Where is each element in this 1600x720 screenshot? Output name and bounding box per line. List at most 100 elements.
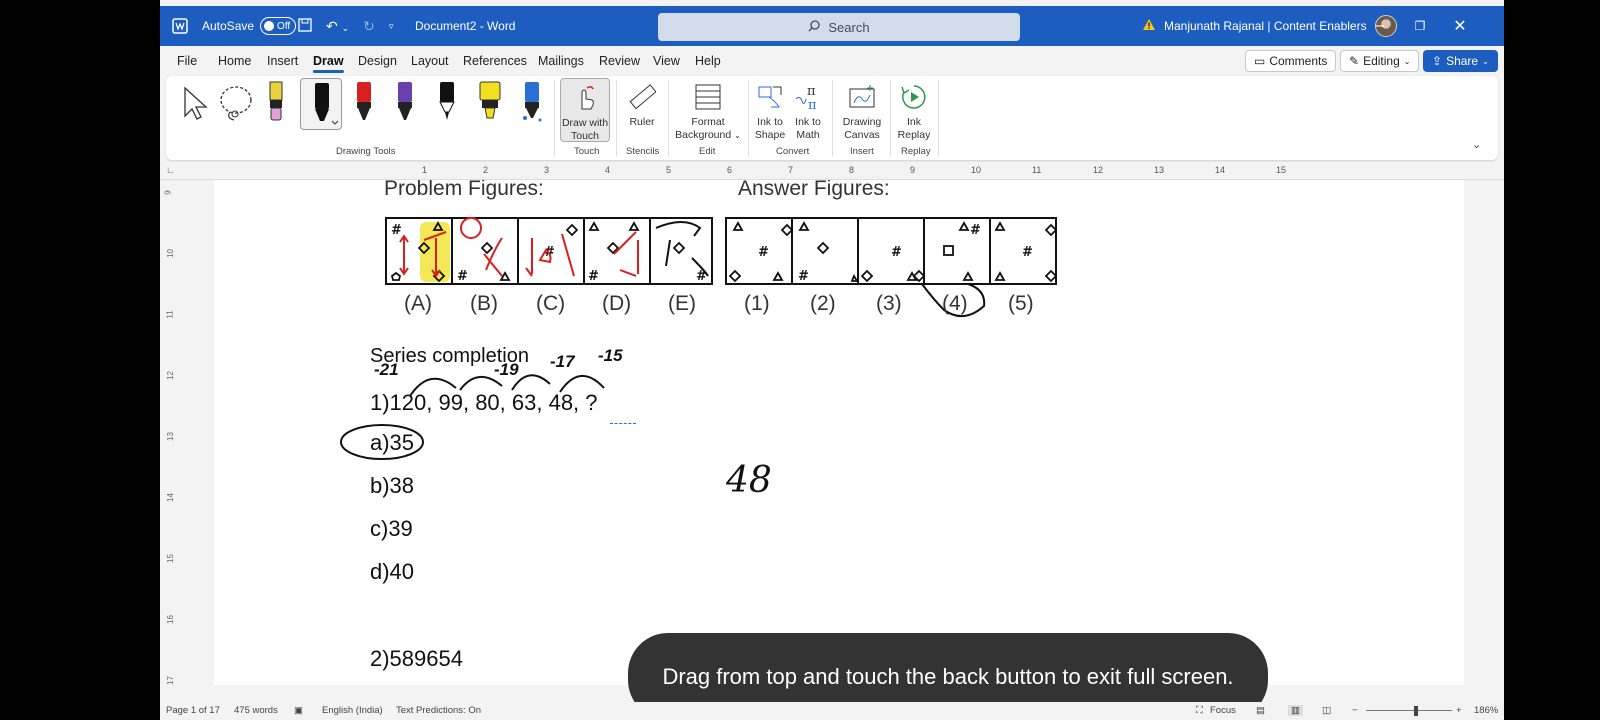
ink-to-shape-line1: Ink to xyxy=(757,116,783,128)
group-stencils: Stencils xyxy=(626,146,660,157)
warning-icon[interactable] xyxy=(1142,18,1156,34)
tab-help[interactable]: Help xyxy=(695,54,721,68)
black-pen-selected[interactable] xyxy=(300,78,342,130)
svg-text:#: # xyxy=(588,269,599,284)
divider xyxy=(890,80,891,156)
answer-figures-heading: Answer Figures: xyxy=(738,180,890,200)
user-name[interactable]: Manjunath Rajanal | Content Enablers xyxy=(1164,19,1367,33)
ruler-number: 8 xyxy=(849,165,855,175)
close-icon[interactable]: ✕ xyxy=(1440,16,1480,36)
tab-insert[interactable]: Insert xyxy=(267,54,298,68)
autosave-state: Off xyxy=(277,20,291,32)
document-title: Document2 - Word xyxy=(415,19,516,33)
text-predictions[interactable]: Text Predictions: On xyxy=(396,705,481,716)
format-background-line2: Background xyxy=(675,129,732,141)
tab-review[interactable]: Review xyxy=(599,54,640,68)
zoom-slider[interactable] xyxy=(1366,710,1452,711)
page-count[interactable]: Page 1 of 17 xyxy=(166,705,220,716)
tab-draw[interactable]: Draw xyxy=(313,54,344,73)
ruler-button[interactable]: Ruler xyxy=(622,78,662,129)
zoom-level[interactable]: 186% xyxy=(1474,705,1498,716)
minimize-icon[interactable]: – xyxy=(1360,17,1400,35)
select-tool-icon[interactable] xyxy=(180,86,210,125)
autosave-label: AutoSave xyxy=(202,19,255,33)
eraser-pen-icon[interactable] xyxy=(264,80,288,129)
format-background-button[interactable]: Format Background ⌄ xyxy=(672,78,744,142)
highlighter-icon[interactable] xyxy=(477,80,503,129)
customize-toolbar-icon[interactable]: ▿ xyxy=(389,21,394,32)
ruler-number: 14 xyxy=(165,493,175,502)
editing-button[interactable]: ✎ Editing ⌄ xyxy=(1340,50,1420,72)
ink-minus-21: -21 xyxy=(374,360,399,379)
horizontal-ruler[interactable]: ∟ 1 2 3 4 5 6 7 8 9 10 11 12 13 14 15 xyxy=(160,162,1504,180)
read-mode-icon[interactable]: ▤ xyxy=(1256,705,1265,716)
svg-text:#: # xyxy=(758,245,769,260)
problem-label-d: (D) xyxy=(602,292,632,315)
web-layout-icon[interactable]: ◫ xyxy=(1322,705,1331,716)
ink-to-math-button[interactable]: ππ Ink to Math xyxy=(790,78,826,142)
word-app-icon[interactable] xyxy=(172,6,188,46)
zoom-in-icon[interactable]: + xyxy=(1456,705,1462,716)
tab-home[interactable]: Home xyxy=(218,54,251,68)
ink-to-shape-button[interactable]: Ink to Shape xyxy=(752,78,788,142)
save-icon[interactable] xyxy=(298,17,312,35)
purple-pen-icon[interactable] xyxy=(394,80,416,129)
drawing-canvas-icon xyxy=(838,78,886,116)
galaxy-pen-icon[interactable] xyxy=(520,80,544,129)
ruler-number: 16 xyxy=(165,615,175,624)
redo-icon[interactable]: ↻ xyxy=(363,18,375,35)
focus-label[interactable]: Focus xyxy=(1210,705,1236,716)
ink-replay-icon xyxy=(896,78,932,116)
proofing-icon[interactable]: ▣ xyxy=(294,705,303,716)
share-button[interactable]: ⇪ Share ⌄ xyxy=(1423,50,1498,72)
lasso-select-icon[interactable] xyxy=(216,84,256,129)
collapse-ribbon-icon[interactable]: ⌄ xyxy=(1472,138,1481,151)
ruler-number: 12 xyxy=(1093,165,1104,175)
comments-button[interactable]: ▭ Comments xyxy=(1245,50,1337,72)
ruler-number: 14 xyxy=(1215,165,1226,175)
zoom-out-icon[interactable]: − xyxy=(1352,705,1358,716)
option-d[interactable]: d)40 xyxy=(370,559,414,585)
black-marker-icon[interactable] xyxy=(436,80,458,129)
ink-handwritten-48: 48 xyxy=(726,460,772,501)
tab-references[interactable]: References xyxy=(463,54,527,68)
option-b[interactable]: b)38 xyxy=(370,473,414,499)
draw-with-touch-line1: Draw with xyxy=(561,117,609,129)
drawing-canvas-button[interactable]: Drawing Canvas xyxy=(838,78,886,142)
undo-icon[interactable]: ↶ ⌄ xyxy=(326,18,349,35)
tab-mailings[interactable]: Mailings xyxy=(538,54,584,68)
language[interactable]: English (India) xyxy=(322,705,383,716)
group-insert: Insert xyxy=(850,146,874,157)
red-pen-icon[interactable] xyxy=(353,80,375,129)
ink-to-math-icon: ππ xyxy=(790,78,826,116)
chevron-down-icon: ⌄ xyxy=(1403,56,1411,66)
tab-layout[interactable]: Layout xyxy=(411,54,449,68)
touch-hand-icon xyxy=(561,79,609,117)
ruler-icon xyxy=(622,78,662,116)
tab-design[interactable]: Design xyxy=(358,54,397,68)
restore-icon[interactable]: ❐ xyxy=(1400,19,1440,33)
drawing-canvas-line2: Canvas xyxy=(844,129,880,141)
draw-with-touch-button[interactable]: Draw with Touch xyxy=(560,78,610,142)
search-box[interactable]: Search xyxy=(658,13,1020,41)
zoom-slider-thumb[interactable] xyxy=(1414,706,1418,716)
print-layout-icon[interactable]: ▥ xyxy=(1288,705,1303,716)
autosave-toggle[interactable]: Off xyxy=(260,17,297,35)
tab-view[interactable]: View xyxy=(653,54,680,68)
ruler-number: 9 xyxy=(163,190,173,195)
ruler-number: 6 xyxy=(727,165,733,175)
ruler-number: 13 xyxy=(165,432,175,441)
focus-icon[interactable]: ⛶ xyxy=(1196,705,1203,716)
group-touch: Touch xyxy=(574,146,600,157)
tab-selector-icon[interactable]: ∟ xyxy=(166,165,175,175)
option-c[interactable]: c)39 xyxy=(370,516,413,542)
word-count[interactable]: 475 words xyxy=(234,705,278,716)
ink-minus-17: -17 xyxy=(550,352,575,371)
ink-replay-button[interactable]: Ink Replay xyxy=(896,78,932,142)
ink-to-shape-icon xyxy=(752,78,788,116)
svg-text:#: # xyxy=(798,269,809,284)
drawing-canvas-line1: Drawing xyxy=(842,116,882,128)
document-page[interactable]: Problem Figures: Answer Figures: # # # # # xyxy=(214,180,1464,685)
tab-file[interactable]: File xyxy=(177,54,197,68)
vertical-ruler[interactable]: 9 10 11 12 13 14 15 16 17 xyxy=(160,180,178,685)
